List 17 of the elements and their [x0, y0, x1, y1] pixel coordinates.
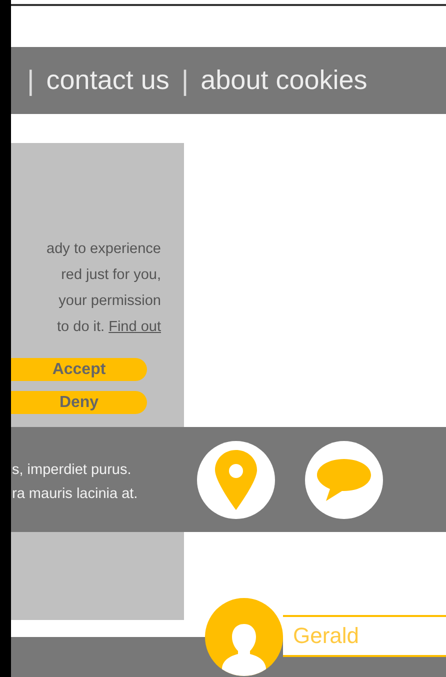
cookie-text: ady to experience	[46, 240, 161, 259]
location-pin-icon	[215, 450, 257, 510]
nav-separator: |	[27, 64, 34, 96]
info-text: s, imperdiet purus.	[12, 460, 132, 480]
cookie-text: your permission	[58, 292, 161, 311]
user-name: Gerald	[293, 623, 360, 649]
person-icon	[222, 624, 266, 676]
find-out-link[interactable]: Find out	[108, 319, 161, 335]
cookie-button[interactable]: Accept	[11, 358, 147, 381]
chat-bubble-icon	[316, 456, 372, 502]
cookie-text: red just for you,	[61, 266, 161, 285]
nav-separator: |	[181, 64, 189, 96]
cookie-text: to do it. Find out	[57, 318, 161, 337]
info-text: ra mauris lacinia at.	[12, 484, 139, 504]
cookie-button[interactable]: Deny	[11, 391, 147, 414]
nav-link[interactable]: contact us	[46, 65, 170, 96]
nav-link[interactable]: about cookies	[200, 65, 368, 96]
